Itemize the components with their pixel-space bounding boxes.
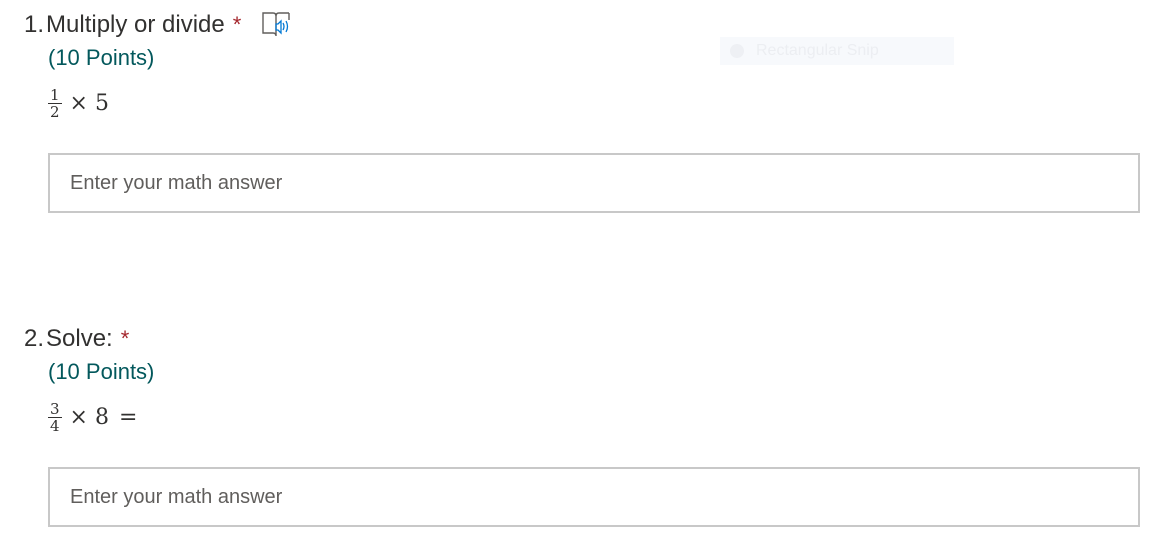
question-2-denominator: 4: [50, 416, 60, 435]
question-2-answer-input[interactable]: Enter your math answer: [48, 467, 1140, 527]
question-2: 2. Solve: * (10 Points) 3 4 × 8 = Enter …: [24, 324, 1144, 527]
question-1-points: (10 Points): [48, 45, 155, 70]
question-2-numerator: 3: [48, 399, 62, 418]
immersive-reader-icon[interactable]: [261, 10, 293, 40]
question-1-denominator: 2: [50, 102, 60, 121]
question-1-title-row: 1. Multiply or divide *: [24, 10, 1144, 40]
question-1-required-mark: *: [232, 12, 242, 37]
question-2-required-mark: *: [120, 326, 130, 351]
question-2-expression: 3 4 × 8 =: [48, 399, 1144, 435]
question-1-answer-input[interactable]: Enter your math answer: [48, 153, 1140, 213]
question-1-answer-placeholder: Enter your math answer: [70, 171, 283, 194]
question-2-answer-placeholder: Enter your math answer: [70, 485, 283, 508]
question-2-fraction: 3 4: [48, 401, 62, 434]
question-1: 1. Multiply or divide * (10 Points) 1 2 …: [24, 10, 1144, 213]
question-1-numerator: 1: [48, 85, 62, 104]
snip-icon: [730, 44, 744, 58]
question-2-operand: 8: [94, 404, 109, 430]
question-1-fraction: 1 2: [48, 87, 62, 120]
question-1-expression: 1 2 × 5: [48, 85, 1144, 121]
question-1-operand: 5: [94, 90, 109, 116]
question-2-points: (10 Points): [48, 359, 155, 384]
question-1-number: 1.: [24, 11, 45, 38]
question-1-title: Multiply or divide: [46, 11, 225, 38]
question-1-operator: ×: [69, 90, 88, 116]
question-2-title-row: 2. Solve: *: [24, 324, 1144, 354]
question-2-title: Solve:: [46, 325, 113, 352]
question-2-number: 2.: [24, 325, 45, 352]
rectangular-snip-overlay: Rectangular Snip: [720, 37, 954, 65]
snip-label: Rectangular Snip: [756, 42, 879, 59]
question-2-operator: ×: [69, 404, 88, 430]
question-2-suffix: =: [118, 404, 138, 430]
